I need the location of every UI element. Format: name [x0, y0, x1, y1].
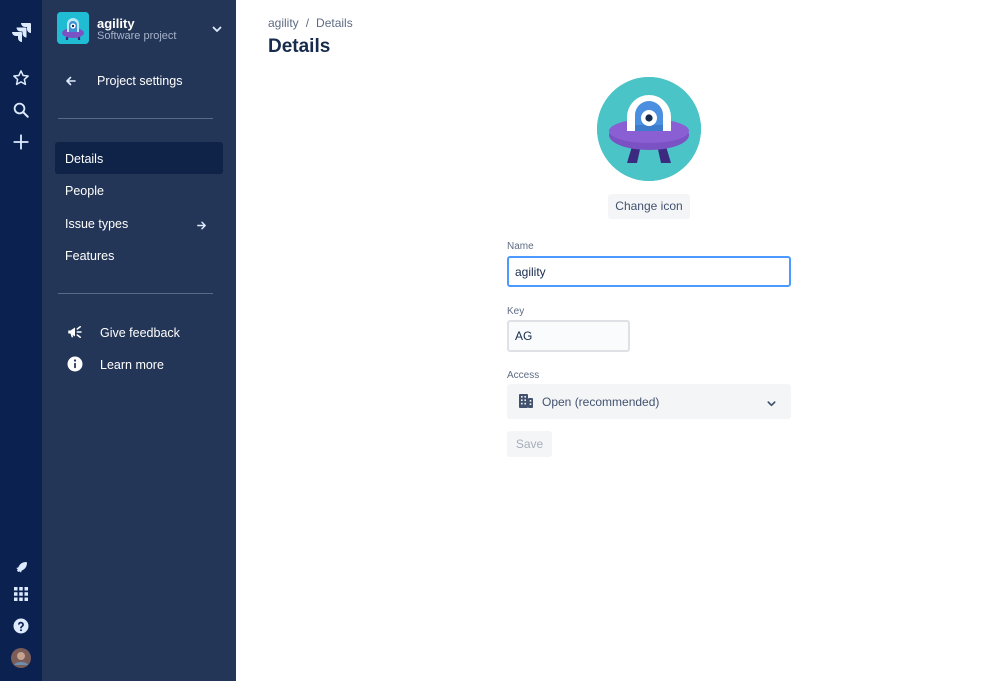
sidebar-item-label: People: [65, 184, 104, 198]
breadcrumb-separator: /: [305, 16, 310, 30]
info-icon: [66, 355, 84, 378]
breadcrumb: agility / Details: [268, 16, 353, 30]
star-icon[interactable]: [5, 62, 37, 94]
divider: [58, 293, 213, 294]
name-input[interactable]: [507, 256, 791, 287]
sidebar-item-issue-types[interactable]: Issue types: [55, 207, 223, 239]
back-to-project-settings[interactable]: Project settings: [57, 68, 223, 94]
give-feedback-link[interactable]: Give feedback: [66, 321, 216, 345]
name-label: Name: [507, 241, 534, 252]
chevron-down-icon: [211, 22, 223, 40]
key-input[interactable]: [507, 320, 630, 352]
megaphone-icon: [66, 323, 84, 346]
page-title: Details: [268, 36, 331, 57]
breadcrumb-project-link[interactable]: agility: [268, 16, 299, 30]
utility-label: Learn more: [100, 358, 164, 372]
sidebar-item-details[interactable]: Details: [55, 142, 223, 174]
project-switcher[interactable]: agility Software project: [57, 12, 223, 48]
sidebar-item-people[interactable]: People: [55, 174, 223, 206]
project-name: agility: [97, 16, 135, 31]
project-avatar-large: [597, 77, 701, 181]
app-switcher-icon[interactable]: [5, 578, 37, 610]
divider: [58, 118, 213, 119]
breadcrumb-current: Details: [316, 16, 353, 30]
back-label: Project settings: [97, 74, 183, 88]
utility-label: Give feedback: [100, 326, 180, 340]
access-select[interactable]: Open (recommended): [507, 384, 791, 419]
sidebar-item-label: Issue types: [65, 217, 129, 231]
project-type: Software project: [97, 30, 177, 42]
chevron-down-icon: [766, 396, 777, 414]
jira-logo-icon[interactable]: [5, 17, 37, 49]
search-icon[interactable]: [5, 94, 37, 126]
access-label: Access: [507, 370, 540, 381]
project-avatar: [57, 12, 89, 44]
global-nav: [0, 0, 42, 681]
plus-icon[interactable]: [5, 126, 37, 158]
key-label: Key: [507, 306, 525, 317]
help-icon[interactable]: [5, 610, 37, 642]
arrow-right-icon: [196, 218, 207, 236]
access-value: Open (recommended): [542, 395, 660, 409]
save-button[interactable]: Save: [507, 431, 552, 457]
user-avatar[interactable]: [5, 642, 37, 674]
sidebar-item-label: Details: [65, 152, 104, 166]
arrow-left-icon: [65, 74, 77, 92]
change-icon-button[interactable]: Change icon: [608, 194, 690, 219]
sidebar-item-features[interactable]: Features: [55, 239, 223, 271]
learn-more-link[interactable]: Learn more: [66, 353, 216, 377]
building-icon: [518, 393, 534, 414]
project-sidebar: agility Software project Project setting…: [42, 0, 236, 681]
sidebar-item-label: Features: [65, 249, 115, 263]
